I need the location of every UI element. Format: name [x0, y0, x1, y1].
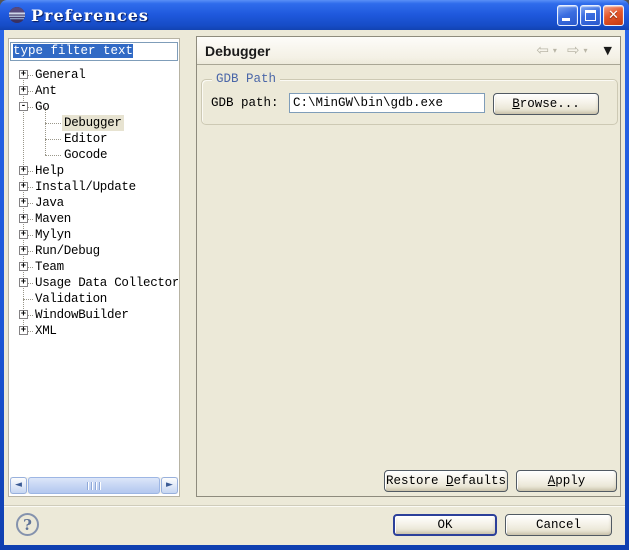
scroll-right-button[interactable]: ►: [161, 477, 178, 494]
gdb-path-input[interactable]: C:\MinGW\bin\gdb.exe: [289, 93, 485, 113]
tree-item-usage-data-collector[interactable]: + Usage Data Collector: [9, 275, 178, 291]
tree-connector: [45, 155, 61, 156]
tree-item-validation[interactable]: Validation: [9, 291, 178, 307]
tree-item-label: Editor: [62, 131, 109, 147]
tree-item-label: Run/Debug: [33, 243, 102, 259]
back-history-dropdown-icon[interactable]: ▾: [553, 47, 557, 55]
expand-icon[interactable]: +: [19, 70, 28, 79]
gdb-path-group: GDB Path GDB path: C:\MinGW\bin\gdb.exe …: [201, 79, 618, 125]
scrollbar-grip-icon: [87, 482, 101, 490]
preference-page-panel: Debugger ⇦ ▾ ⇨ ▾ ▼ GDB Path GDB path: C:…: [196, 36, 621, 497]
maximize-button[interactable]: [580, 5, 601, 26]
tree-item-label: WindowBuilder: [33, 307, 131, 323]
expand-icon[interactable]: +: [19, 310, 28, 319]
scroll-left-button[interactable]: ◄: [10, 477, 27, 494]
close-icon: ✕: [604, 6, 623, 25]
tree-connector: [45, 123, 61, 124]
minimize-icon: [562, 18, 570, 21]
titlebar[interactable]: Preferences ✕: [0, 0, 629, 30]
tree-item-ant[interactable]: + Ant: [9, 83, 178, 99]
preferences-tree[interactable]: +General+Ant-GoDebuggerEditorGocode+Help…: [9, 67, 178, 474]
tree-item-label: Gocode: [62, 147, 109, 163]
tree-item-label: Install/Update: [33, 179, 138, 195]
browse-button[interactable]: Browse...: [493, 93, 599, 115]
restore-label-rest: efaults: [454, 474, 507, 488]
tree-item-debugger[interactable]: Debugger: [9, 115, 178, 131]
restore-label: Restore: [386, 474, 446, 488]
expand-icon[interactable]: +: [19, 214, 28, 223]
footer-separator: [4, 505, 625, 507]
tree-item-label: Go: [33, 99, 51, 115]
tree-item-help[interactable]: + Help: [9, 163, 178, 179]
tree-item-xml[interactable]: + XML: [9, 323, 178, 339]
expand-icon[interactable]: +: [19, 86, 28, 95]
tree-item-label: Debugger: [62, 115, 124, 131]
expand-icon[interactable]: +: [19, 166, 28, 175]
tree-item-label: Team: [33, 259, 66, 275]
browse-label-rest: rowse...: [520, 97, 580, 111]
expand-icon[interactable]: +: [19, 246, 28, 255]
apply-label-rest: pply: [555, 474, 585, 488]
tree-item-label: Java: [33, 195, 66, 211]
tree-item-label: Ant: [33, 83, 59, 99]
eclipse-logo-icon: [8, 6, 26, 24]
filter-selected-text: type filter text: [13, 44, 133, 58]
window-title: Preferences: [31, 6, 149, 25]
page-title: Debugger: [205, 43, 270, 59]
tree-item-mylyn[interactable]: + Mylyn: [9, 227, 178, 243]
tree-item-gocode[interactable]: Gocode: [9, 147, 178, 163]
gdb-path-label: GDB path:: [211, 96, 279, 110]
tree-item-label: Maven: [33, 211, 73, 227]
restore-defaults-button[interactable]: Restore Defaults: [384, 470, 508, 492]
tree-item-label: Usage Data Collector: [33, 275, 178, 291]
ok-button[interactable]: OK: [393, 514, 497, 536]
tree-item-editor[interactable]: Editor: [9, 131, 178, 147]
maximize-icon: [585, 10, 596, 21]
tree-item-install-update[interactable]: + Install/Update: [9, 179, 178, 195]
cancel-button[interactable]: Cancel: [505, 514, 612, 536]
collapse-icon[interactable]: -: [19, 102, 28, 111]
preferences-tree-panel: type filter text +General+Ant-GoDebugger…: [8, 38, 180, 497]
group-title: GDB Path: [212, 72, 280, 86]
minimize-button[interactable]: [557, 5, 578, 26]
view-menu-icon[interactable]: ▼: [604, 45, 612, 56]
tree-item-label: General: [33, 67, 87, 83]
dialog-body: type filter text +General+Ant-GoDebugger…: [4, 30, 625, 545]
expand-icon[interactable]: +: [19, 262, 28, 271]
tree-item-team[interactable]: + Team: [9, 259, 178, 275]
tree-item-java[interactable]: + Java: [9, 195, 178, 211]
tree-item-go[interactable]: -Go: [9, 99, 178, 115]
tree-item-label: Mylyn: [33, 227, 73, 243]
scrollbar-thumb[interactable]: [28, 477, 160, 494]
tree-item-label: Help: [33, 163, 66, 179]
tree-item-label: XML: [33, 323, 59, 339]
filter-input[interactable]: type filter text: [10, 42, 178, 61]
expand-icon[interactable]: +: [19, 198, 28, 207]
expand-icon[interactable]: +: [19, 278, 28, 287]
forward-arrow-icon[interactable]: ⇨: [567, 43, 580, 58]
close-button[interactable]: ✕: [603, 5, 624, 26]
tree-item-run-debug[interactable]: + Run/Debug: [9, 243, 178, 259]
expand-icon[interactable]: +: [19, 182, 28, 191]
expand-icon[interactable]: +: [19, 326, 28, 335]
browse-mnemonic: B: [512, 97, 520, 111]
tree-item-general[interactable]: + General: [9, 67, 178, 83]
help-button[interactable]: ?: [16, 513, 39, 536]
tree-item-label: Validation: [33, 291, 109, 307]
expand-icon[interactable]: +: [19, 230, 28, 239]
apply-button[interactable]: Apply: [516, 470, 617, 492]
back-arrow-icon[interactable]: ⇦: [536, 43, 549, 58]
tree-item-maven[interactable]: + Maven: [9, 211, 178, 227]
page-header: Debugger ⇦ ▾ ⇨ ▾ ▼: [197, 37, 620, 65]
forward-history-dropdown-icon[interactable]: ▾: [584, 47, 588, 55]
horizontal-scrollbar[interactable]: ◄ ►: [10, 477, 178, 494]
tree-connector: [45, 139, 61, 140]
tree-connector: [23, 299, 33, 300]
tree-item-windowbuilder[interactable]: + WindowBuilder: [9, 307, 178, 323]
restore-mnemonic: D: [446, 474, 454, 488]
preferences-window: Preferences ✕ type filter text +General+…: [0, 0, 629, 550]
